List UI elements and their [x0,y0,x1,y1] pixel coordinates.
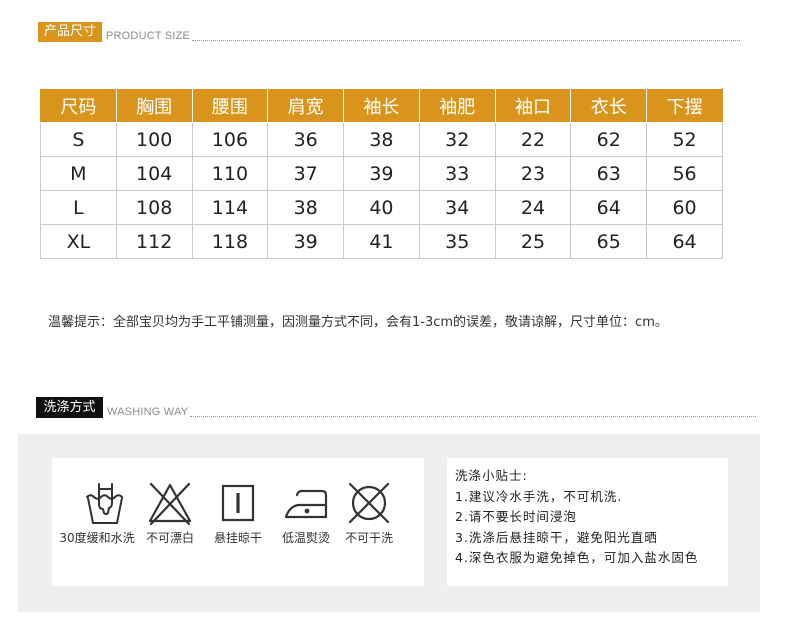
table-cell: 24 [494,190,572,225]
iron-low-heat-icon [271,478,341,528]
care-label: 不可漂白 [145,531,194,545]
table-cell: 104 [115,156,193,191]
washing-tips-list: 洗涤小贴士: 1.建议冷水手洗，不可机洗. 2.请不要长时间浸泡 3.洗涤后悬挂… [447,458,728,569]
dotted-divider [192,40,740,41]
column-header: 尺码 [40,88,117,123]
table-cell: 112 [115,224,193,259]
wash-section-subtitle: WASHING WAY [107,406,189,418]
wash-section-header: 洗涤方式 WASHING WAY [36,397,756,418]
washing-tips-box: 洗涤小贴士: 1.建议冷水手洗，不可机洗. 2.请不要长时间浸泡 3.洗涤后悬挂… [447,458,728,586]
size-table: 尺码 胸围 腰围 肩宽 袖长 袖肥 袖口 衣长 下摆 S 100 106 36 … [40,88,723,259]
table-cell: 36 [267,122,345,157]
care-item-line-dry: 悬挂晾干 [203,478,273,546]
care-panel: 30度缓和水洗 不可漂白 悬挂晾干 低温熨烫 不可干洗 洗涤小贴士: 1.建议冷… [18,434,760,612]
table-cell: 65 [570,224,648,259]
table-row: L 108 114 38 40 34 24 64 60 [40,190,723,225]
table-cell: 114 [191,190,269,225]
care-symbols-box: 30度缓和水洗 不可漂白 悬挂晾干 低温熨烫 不可干洗 [52,458,424,586]
tip-item: 1.建议冷水手洗，不可机洗. [455,488,623,504]
table-cell: 35 [418,224,496,259]
table-cell: 100 [115,122,193,157]
no-dry-clean-icon [334,478,404,528]
size-section-header: 产品尺寸 PRODUCT SIZE [38,22,740,42]
column-header: 袖肥 [418,88,496,123]
column-header: 胸围 [115,88,193,123]
table-cell: 108 [115,190,193,225]
dotted-divider [190,416,756,417]
tips-title: 洗涤小贴士: [455,468,528,483]
line-dry-icon [203,478,273,528]
table-cell: 40 [343,190,420,225]
table-cell: 33 [418,156,496,191]
size-cell: L [40,190,117,225]
care-label: 低温熨烫 [281,531,330,545]
care-item-no-bleach: 不可漂白 [135,478,205,546]
care-label: 30度缓和水洗 [59,531,135,545]
table-cell: 39 [343,156,420,191]
size-section-subtitle: PRODUCT SIZE [106,30,191,42]
table-cell: 60 [646,190,723,225]
table-cell: 56 [646,156,723,191]
wash-section-title: 洗涤方式 [36,397,103,418]
size-cell: S [40,122,117,157]
care-item-no-dry-clean: 不可干洗 [334,478,404,546]
table-row: XL 112 118 39 41 35 25 65 64 [40,224,723,259]
table-cell: 118 [191,224,269,259]
table-cell: 37 [267,156,345,191]
table-cell: 52 [646,122,723,157]
table-cell: 38 [343,122,420,157]
table-cell: 64 [646,224,723,259]
table-cell: 110 [191,156,269,191]
table-row: S 100 106 36 38 32 22 62 52 [40,122,723,157]
column-header: 腰围 [191,88,269,123]
care-label: 不可干洗 [344,531,393,545]
care-label: 悬挂晾干 [213,531,262,545]
table-row: M 104 110 37 39 33 23 63 56 [40,156,723,191]
table-header-row: 尺码 胸围 腰围 肩宽 袖长 袖肥 袖口 衣长 下摆 [40,88,723,123]
table-cell: 22 [494,122,572,157]
size-section-title: 产品尺寸 [38,22,102,42]
no-bleach-icon [135,478,205,528]
tip-item: 4.深色衣服为避免掉色，可加入盐水固色 [455,550,699,565]
table-cell: 41 [343,224,420,259]
table-cell: 23 [494,156,572,191]
size-cell: M [40,156,117,191]
table-cell: 32 [418,122,496,157]
table-cell: 25 [494,224,572,259]
table-cell: 63 [570,156,648,191]
table-cell: 34 [418,190,496,225]
column-header: 袖长 [343,88,420,123]
table-cell: 62 [570,122,648,157]
column-header: 肩宽 [267,88,345,123]
column-header: 袖口 [494,88,572,123]
care-item-hand-wash: 30度缓和水洗 [52,478,142,546]
table-cell: 39 [267,224,345,259]
tip-item: 2.请不要长时间浸泡 [455,509,577,524]
tip-item: 3.洗涤后悬挂晾干，避免阳光直晒 [455,529,658,545]
column-header: 衣长 [570,88,648,123]
table-cell: 64 [570,190,648,225]
column-header: 下摆 [646,88,723,123]
size-cell: XL [40,224,117,259]
table-cell: 106 [191,122,269,157]
measurement-note: 温馨提示：全部宝贝均为手工平铺测量，因测量方式不同，会有1-3cm的误差，敬请谅… [48,315,668,330]
care-item-iron-low: 低温熨烫 [271,478,341,546]
table-cell: 38 [267,190,345,225]
